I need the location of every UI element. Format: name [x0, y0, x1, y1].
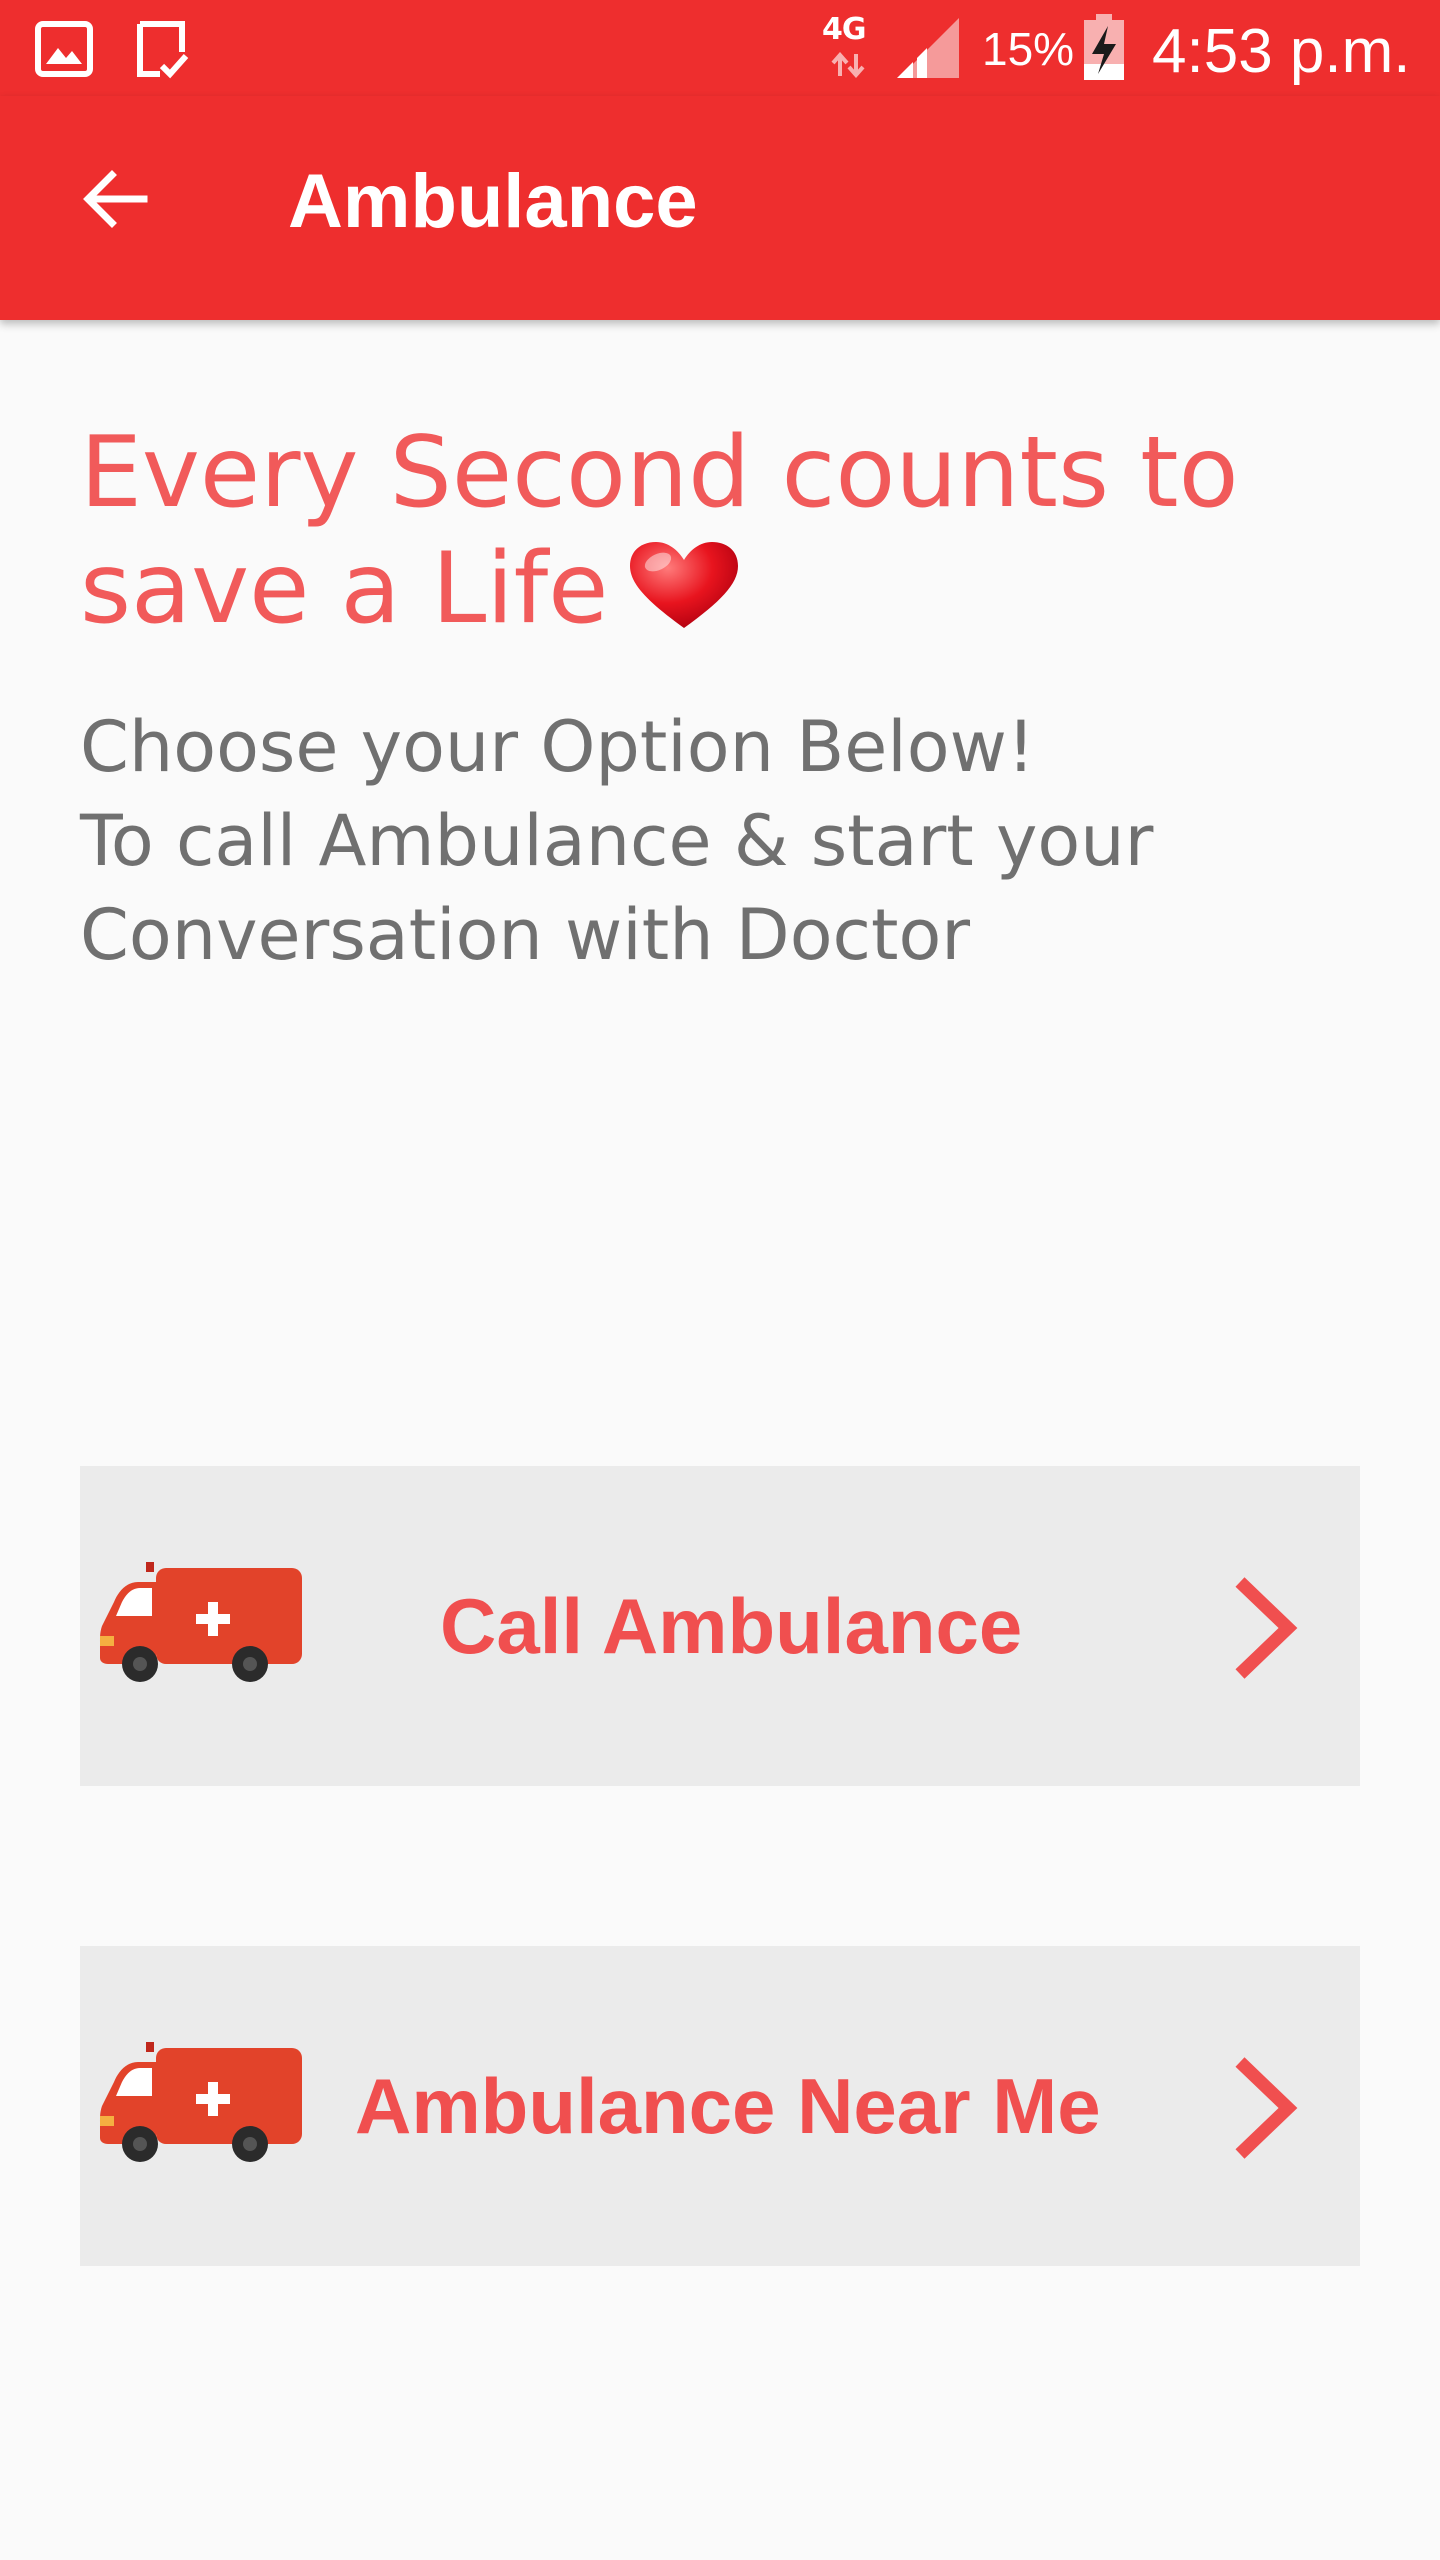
battery-charging-icon	[1082, 14, 1126, 87]
status-bar: 4G 15% 4:53 p.m.	[0, 0, 1440, 96]
chevron-right-icon	[1230, 2056, 1300, 2165]
page-title: Ambulance	[288, 159, 698, 244]
battery-percent: 15%	[982, 23, 1075, 75]
ambulance-icon	[98, 1562, 304, 1691]
call-ambulance-label: Call Ambulance	[440, 1582, 1023, 1670]
ambulance-near-me-button[interactable]: Ambulance Near Me	[80, 1946, 1360, 2266]
instructions-line-3: Conversation with Doctor	[80, 894, 971, 976]
instructions-text: Choose your Option Below! To call Ambula…	[80, 700, 1380, 982]
headline: Every Second counts to save a Life	[80, 415, 1380, 657]
network-arrows-icon	[830, 51, 866, 83]
heart-icon	[628, 540, 740, 657]
gallery-icon	[34, 20, 94, 83]
instructions-line-2: To call Ambulance & start your	[80, 800, 1154, 882]
arrow-left-icon	[82, 169, 148, 234]
app-toolbar: Ambulance	[0, 96, 1440, 320]
signal-icon	[893, 16, 961, 85]
network-type: 4G	[822, 12, 866, 47]
instructions-line-1: Choose your Option Below!	[80, 706, 1035, 788]
chevron-right-icon	[1230, 1576, 1300, 1685]
ambulance-near-me-label: Ambulance Near Me	[355, 2062, 1101, 2150]
clipboard-check-icon	[134, 20, 190, 85]
call-ambulance-button[interactable]: Call Ambulance	[80, 1466, 1360, 1786]
status-time: 4:53 p.m.	[1152, 17, 1411, 86]
back-button[interactable]	[60, 146, 170, 256]
ambulance-icon	[98, 2042, 304, 2171]
